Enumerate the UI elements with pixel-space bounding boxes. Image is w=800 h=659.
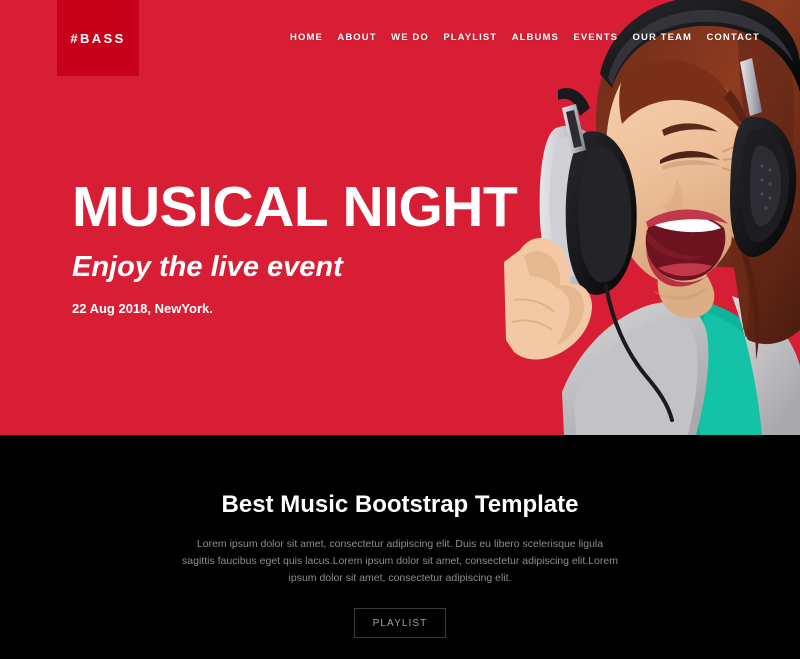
- playlist-button[interactable]: PLAYLIST: [354, 607, 446, 638]
- feature-section: Best Music Bootstrap Template Lorem ipsu…: [0, 435, 800, 659]
- main-navigation: HOME ABOUT WE DO PLAYLIST ALBUMS EVENTS …: [290, 29, 760, 45]
- page-root: #BASS HOME ABOUT WE DO PLAYLIST ALBUMS E…: [0, 0, 800, 659]
- nav-item-events[interactable]: EVENTS: [573, 32, 618, 43]
- hero-content: MUSICAL NIGHT Enjoy the live event 22 Au…: [72, 175, 518, 316]
- nav-item-our-team[interactable]: OUR TEAM: [633, 32, 692, 43]
- site-header: #BASS HOME ABOUT WE DO PLAYLIST ALBUMS E…: [0, 0, 800, 80]
- hero-subtitle: Enjoy the live event: [72, 250, 343, 283]
- nav-item-contact[interactable]: CONTACT: [706, 32, 759, 43]
- logo-text: #BASS: [70, 30, 126, 46]
- feature-description: Lorem ipsum dolor sit amet, consectetur …: [182, 537, 618, 585]
- hero-title: MUSICAL NIGHT: [72, 175, 518, 239]
- hero-event-date-location: 22 Aug 2018, NewYork.: [72, 300, 213, 316]
- feature-button-wrap: PLAYLIST: [0, 607, 800, 638]
- nav-item-home[interactable]: HOME: [290, 32, 323, 43]
- nav-item-we-do[interactable]: WE DO: [391, 32, 429, 43]
- logo[interactable]: #BASS: [57, 0, 139, 76]
- nav-item-playlist[interactable]: PLAYLIST: [443, 32, 497, 43]
- nav-item-albums[interactable]: ALBUMS: [512, 32, 559, 43]
- nav-item-about[interactable]: ABOUT: [337, 32, 376, 43]
- feature-title: Best Music Bootstrap Template: [221, 491, 579, 518]
- hero-section: #BASS HOME ABOUT WE DO PLAYLIST ALBUMS E…: [0, 0, 800, 435]
